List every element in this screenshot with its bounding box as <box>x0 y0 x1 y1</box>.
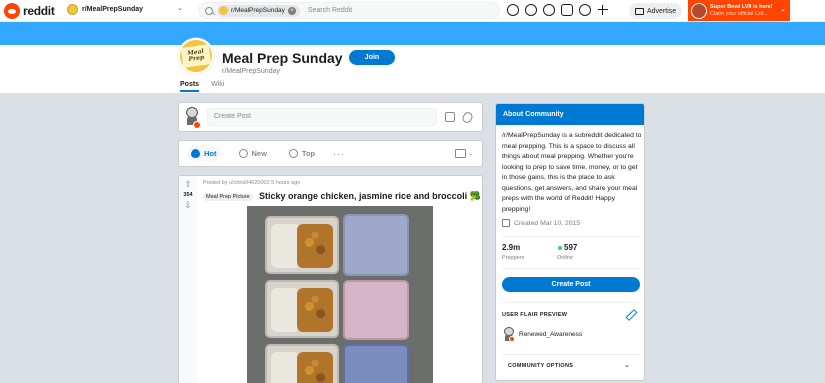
chevron-down-icon: ⌄ <box>780 6 786 13</box>
reddit-logo[interactable]: reddit <box>4 3 55 19</box>
downvote-icon[interactable]: ⇩ <box>184 201 193 210</box>
community-switcher[interactable]: r/MealPrepSunday ⌄ <box>67 4 187 15</box>
tab-posts[interactable]: Posts <box>180 81 200 92</box>
search-community-chip[interactable]: r/MealPrepSunday × <box>217 4 300 17</box>
notification-bell-icon[interactable] <box>579 4 591 16</box>
search-icon <box>205 6 213 15</box>
sort-hot-label: Hot <box>204 149 217 158</box>
header-icons <box>507 4 609 16</box>
online-count: 597 <box>564 243 578 252</box>
create-post-input[interactable]: Create Post <box>207 108 437 126</box>
post-image[interactable] <box>247 206 433 383</box>
top-header: reddit r/MealPrepSunday ⌄ r/MealPrepSund… <box>0 0 825 22</box>
sort-hot-button[interactable]: Hot <box>187 146 221 161</box>
promo-user-menu[interactable]: Super Bowl LVII is here! Claim your offi… <box>688 0 790 21</box>
divider <box>502 236 640 237</box>
online-label: Online <box>557 255 573 261</box>
about-community-heading: About Community <box>496 104 644 125</box>
chevron-down-icon[interactable]: ⌄ <box>624 361 630 369</box>
avatar <box>691 2 707 19</box>
user-flair-preview-label: USER FLAIR PREVIEW <box>502 312 568 318</box>
sort-new-button[interactable]: New <box>235 146 271 161</box>
post-meta: Posted by u/chris04620002 5 hours ago <box>203 180 301 186</box>
view-toggle[interactable]: ⌄ <box>454 149 473 158</box>
chevron-down-icon: ⌄ <box>177 5 183 12</box>
cake-icon <box>502 219 510 227</box>
link-icon[interactable] <box>460 109 475 125</box>
promo-subtitle: Claim your official Col... <box>710 10 768 17</box>
divider <box>502 302 640 303</box>
reddit-snoo-icon <box>4 3 20 19</box>
subreddit-banner <box>0 22 825 45</box>
created-date: Created Mar 10, 2015 <box>514 219 581 227</box>
flame-icon <box>191 149 200 158</box>
sparkle-icon <box>238 149 248 158</box>
card-view-icon <box>454 149 466 158</box>
community-description: /r/MealPrepSunday is a subreddit dedicat… <box>502 132 642 213</box>
sort-top-button[interactable]: Top <box>285 146 319 161</box>
members-count: 2.9m <box>502 243 521 252</box>
subreddit-name: r/MealPrepSunday <box>222 68 280 75</box>
create-post-button[interactable]: Create Post <box>502 277 640 292</box>
avatar[interactable] <box>182 106 202 129</box>
coin-icon[interactable] <box>525 4 537 16</box>
community-icon <box>219 6 228 15</box>
join-button[interactable]: Join <box>349 50 395 65</box>
advertise-label: Advertise <box>647 7 677 15</box>
flair-username: Renewed_Awareness <box>519 330 583 338</box>
divider <box>502 354 640 355</box>
logo-text: reddit <box>23 4 55 18</box>
community-switcher-label: r/MealPrepSunday <box>82 6 144 13</box>
more-options-icon[interactable]: ··· <box>333 149 345 159</box>
community-created: Created Mar 10, 2015 <box>502 219 580 227</box>
search-input[interactable]: Search Reddit <box>308 7 352 14</box>
online-indicator-icon <box>558 246 562 250</box>
post-title[interactable]: Sticky orange chicken, jasmine rice and … <box>259 191 481 202</box>
image-upload-icon[interactable] <box>445 112 455 122</box>
upvote-icon[interactable]: ⇧ <box>184 180 193 189</box>
video-icon[interactable] <box>543 4 555 16</box>
subreddit-logo: Meal Prep <box>178 38 214 74</box>
create-post-plus-icon[interactable] <box>597 4 609 16</box>
post-flair[interactable]: Meal Prep Picture <box>203 193 253 201</box>
avatar <box>502 326 516 342</box>
flair-preview-user: Renewed_Awareness <box>502 326 582 342</box>
sort-bar: Hot New Top ··· ⌄ <box>178 140 483 167</box>
sort-new-label: New <box>251 149 267 158</box>
tab-wiki[interactable]: Wiki <box>211 81 224 92</box>
create-post-bar: Create Post <box>178 102 483 132</box>
edit-pencil-icon[interactable] <box>626 310 635 319</box>
popular-icon[interactable] <box>507 4 519 16</box>
page-title: Meal Prep Sunday <box>222 50 343 66</box>
search-bar[interactable]: r/MealPrepSunday × Search Reddit <box>198 2 500 19</box>
community-options-toggle[interactable]: COMMUNITY OPTIONS <box>508 363 573 369</box>
chart-icon <box>288 149 298 158</box>
search-chip-label: r/MealPrepSunday <box>231 7 285 14</box>
sort-top-label: Top <box>301 149 316 158</box>
close-icon[interactable]: × <box>287 6 296 15</box>
community-icon <box>67 4 78 15</box>
advertise-button[interactable]: Advertise <box>629 3 683 19</box>
vote-column: ⇧ 354 ⇩ <box>179 176 197 383</box>
subreddit-tabs: Posts Wiki <box>180 81 224 92</box>
chat-icon[interactable] <box>561 4 573 16</box>
subreddit-header <box>0 45 825 93</box>
subreddit-logo-text: Meal Prep <box>186 47 205 64</box>
post-card[interactable]: ⇧ 354 ⇩ Posted by u/chris04620002 5 hour… <box>178 175 483 383</box>
members-label: Preppers <box>502 255 525 261</box>
post-score: 354 <box>183 192 193 198</box>
promo-title: Super Bowl LVII is here! <box>710 3 773 10</box>
megaphone-icon <box>635 7 644 15</box>
about-community-card: About Community /r/MealPrepSunday is a s… <box>495 103 645 381</box>
chevron-down-icon: ⌄ <box>467 151 473 157</box>
divider <box>502 268 640 269</box>
